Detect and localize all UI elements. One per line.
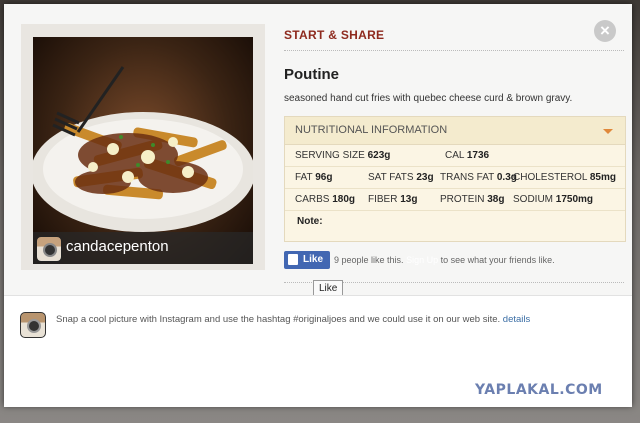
instagram-icon bbox=[20, 312, 46, 338]
nutrition-header[interactable]: NUTRITIONAL INFORMATION bbox=[285, 117, 625, 145]
item-title: Poutine bbox=[284, 66, 339, 83]
instagram-icon bbox=[36, 236, 62, 262]
photo-caption-bar: candacepenton bbox=[33, 232, 253, 264]
sat-fats-cell: SAT FATS 23g bbox=[368, 172, 434, 183]
like-summary: 9 people like this. Sign Up to see what … bbox=[334, 255, 555, 265]
signup-link[interactable]: Sign Up bbox=[406, 255, 438, 265]
details-link[interactable]: details bbox=[503, 314, 530, 325]
like-button-label: Like bbox=[303, 254, 324, 265]
footer-text: Snap a cool picture with Instagram and u… bbox=[56, 314, 501, 325]
photo-username: candacepenton bbox=[66, 238, 169, 255]
facebook-like-button[interactable]: Like bbox=[284, 251, 330, 269]
nutrition-header-label: NUTRITIONAL INFORMATION bbox=[295, 124, 448, 136]
trans-fat-cell: TRANS FAT 0.3g bbox=[440, 172, 517, 183]
section-heading: START & SHARE bbox=[284, 28, 385, 42]
watermark: YAPLAKAL.COM bbox=[475, 382, 603, 398]
signup-suffix: to see what your friends like. bbox=[440, 255, 555, 265]
fat-cell: FAT 96g bbox=[295, 172, 333, 183]
close-icon: × bbox=[600, 21, 610, 40]
photo-frame: candacepenton bbox=[21, 24, 265, 270]
chevron-down-icon bbox=[603, 129, 613, 134]
nutrition-row: SERVING SIZE 623g CAL 1736 bbox=[285, 145, 625, 167]
nutrition-row: FAT 96g SAT FATS 23g TRANS FAT 0.3g CHOL… bbox=[285, 167, 625, 189]
item-description: seasoned hand cut fries with quebec chee… bbox=[284, 93, 573, 104]
divider bbox=[284, 50, 624, 51]
serving-size-cell: SERVING SIZE 623g bbox=[295, 150, 391, 161]
nutrition-note-row: Note: bbox=[285, 211, 625, 232]
poutine-image bbox=[33, 66, 253, 232]
note-label: Note: bbox=[297, 216, 323, 227]
nutrition-row: CARBS 180g FIBER 13g PROTEIN 38g SODIUM … bbox=[285, 189, 625, 211]
food-photo: candacepenton bbox=[33, 37, 253, 264]
sodium-cell: SODIUM 1750mg bbox=[513, 194, 594, 205]
protein-cell: PROTEIN 38g bbox=[440, 194, 505, 205]
footer-message: Snap a cool picture with Instagram and u… bbox=[56, 314, 530, 325]
fiber-cell: FIBER 13g bbox=[368, 194, 418, 205]
nutrition-panel: NUTRITIONAL INFORMATION SERVING SIZE 623… bbox=[284, 116, 626, 242]
item-modal: × candacepenton START & SHARE Poutine se… bbox=[4, 4, 632, 407]
cal-cell: CAL 1736 bbox=[445, 150, 490, 161]
cholesterol-cell: CHOLESTEROL 85mg bbox=[513, 172, 616, 183]
thumbs-up-icon bbox=[288, 254, 298, 265]
like-count: 9 people like this. bbox=[334, 255, 404, 265]
carbs-cell: CARBS 180g bbox=[295, 194, 356, 205]
close-button[interactable]: × bbox=[594, 20, 616, 42]
